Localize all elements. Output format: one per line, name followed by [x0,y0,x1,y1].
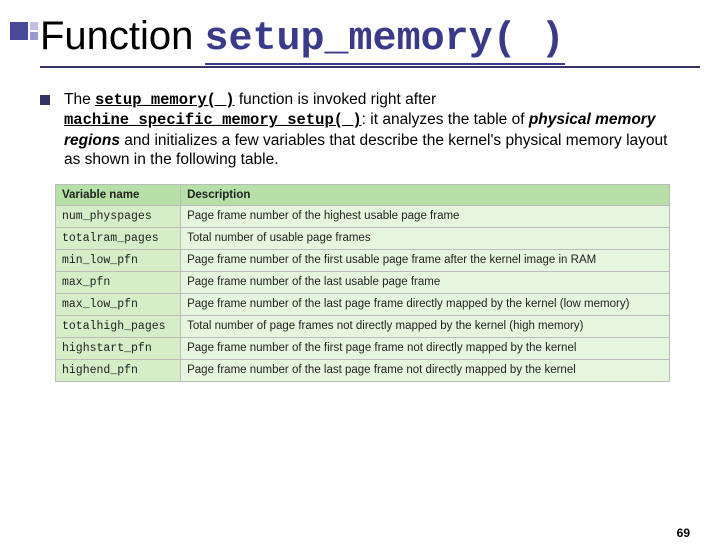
body: The setup_memory( ) function is invoked … [40,90,680,170]
table-row: totalhigh_pagesTotal number of page fram… [56,315,670,337]
variables-table: Variable name Description num_physpagesP… [55,184,670,382]
table-cell-varname: max_low_pfn [56,293,181,315]
corner-decoration [10,22,38,42]
bullet-item: The setup_memory( ) function is invoked … [40,90,680,170]
table-cell-description: Page frame number of the last usable pag… [181,271,670,293]
table-header-row: Variable name Description [56,184,670,205]
table-header: Variable name [56,184,181,205]
table-cell-varname: min_low_pfn [56,249,181,271]
table-row: max_pfnPage frame number of the last usa… [56,271,670,293]
table-cell-description: Page frame number of the first page fram… [181,337,670,359]
para-code: machine_specific_memory_setup( ) [64,111,362,129]
table-row: highstart_pfnPage frame number of the fi… [56,337,670,359]
table-cell-description: Total number of usable page frames [181,227,670,249]
title-code: setup_memory( ) [205,17,565,65]
table-cell-description: Page frame number of the first usable pa… [181,249,670,271]
table-cell-varname: num_physpages [56,205,181,227]
table-cell-varname: totalram_pages [56,227,181,249]
table-cell-description: Page frame number of the last page frame… [181,359,670,381]
para-text: function is invoked right after [235,91,437,108]
table-cell-varname: max_pfn [56,271,181,293]
table-row: num_physpagesPage frame number of the hi… [56,205,670,227]
para-text: : it analyzes the table of [362,111,529,128]
paragraph: The setup_memory( ) function is invoked … [64,90,680,170]
table-header: Description [181,184,670,205]
table-cell-description: Page frame number of the last page frame… [181,293,670,315]
table-cell-varname: highend_pfn [56,359,181,381]
slide-title: Function setup_memory( ) [40,14,720,62]
table-row: min_low_pfnPage frame number of the firs… [56,249,670,271]
table-cell-varname: totalhigh_pages [56,315,181,337]
title-rule [40,66,700,68]
table-row: highend_pfnPage frame number of the last… [56,359,670,381]
page-number: 69 [677,526,690,540]
para-text: and initializes a few variables that des… [64,132,667,168]
table-cell-varname: highstart_pfn [56,337,181,359]
bullet-icon [40,95,50,105]
para-text: The [64,91,95,108]
title-prefix: Function [40,14,205,58]
table-cell-description: Total number of page frames not directly… [181,315,670,337]
para-code: setup_memory( ) [95,91,235,109]
table-cell-description: Page frame number of the highest usable … [181,205,670,227]
table-row: max_low_pfnPage frame number of the last… [56,293,670,315]
table-row: totalram_pagesTotal number of usable pag… [56,227,670,249]
